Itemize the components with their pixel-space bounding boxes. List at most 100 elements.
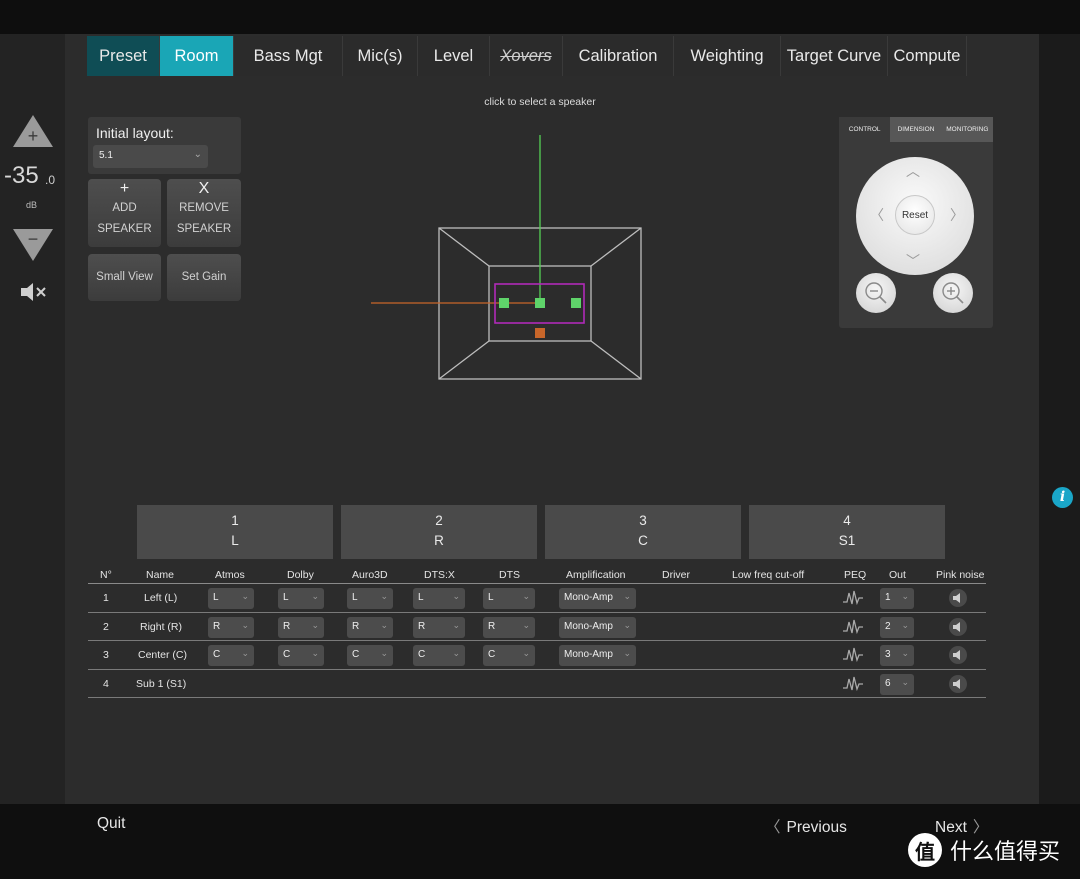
speaker-marker-r[interactable] (571, 298, 581, 308)
volume-strip (0, 34, 65, 804)
tab-dimension[interactable]: DIMENSION (890, 117, 942, 142)
tab-bar: Preset Room Bass Mgt Mic(s) Level Xovers… (87, 36, 967, 76)
tab-level[interactable]: Level (418, 36, 490, 76)
out-select[interactable]: 6 ⌄ (880, 673, 914, 695)
previous-button[interactable]: 〈 Previous (765, 815, 847, 837)
atmos-select[interactable]: C ⌄ (208, 645, 254, 666)
tab-room[interactable]: Room (160, 36, 234, 76)
speaker-tile-4[interactable]: 4 S1 (749, 505, 945, 559)
volume-down-icon[interactable]: − (12, 228, 54, 262)
dtsx-select[interactable]: R ⌄ (413, 616, 465, 638)
chevron-down-icon[interactable]: ﹀ (906, 251, 920, 271)
col-name: Name (146, 569, 175, 581)
speaker-hint: click to select a speaker (484, 96, 596, 108)
col-dtsx: DTS:X (424, 569, 455, 581)
tab-target-curve[interactable]: Target Curve (781, 36, 888, 76)
svg-text:+: + (28, 126, 39, 146)
auro3d-select[interactable]: R ⌄ (347, 616, 393, 638)
dtsx-select[interactable]: L ⌄ (413, 588, 465, 609)
initial-layout-select[interactable]: 5.1 ⌄ (93, 145, 208, 168)
view-dpad[interactable]: ︿ ﹀ 〈 〉 Reset (856, 157, 974, 275)
chevron-up-icon[interactable]: ︿ (906, 161, 920, 181)
table-row: 1 Left (L) L ⌄ L ⌄ L ⌄ L ⌄ L ⌄ Mono-Amp ⌄ 1 ⌄ (88, 584, 986, 613)
chevron-left-icon: 〈 (765, 819, 781, 836)
out-select[interactable]: 2 ⌄ (880, 616, 914, 638)
out-select[interactable]: 3 ⌄ (880, 645, 914, 666)
tab-calibration[interactable]: Calibration (563, 36, 674, 76)
col-out: Out (889, 569, 906, 581)
auro3d-select[interactable]: C ⌄ (347, 645, 393, 666)
speaker-icon[interactable] (948, 674, 968, 693)
chevron-right-icon[interactable]: 〉 (950, 205, 964, 225)
dts-select[interactable]: C ⌄ (483, 645, 535, 666)
tab-control[interactable]: CONTROL (839, 117, 891, 142)
initial-layout-panel: Initial layout: 5.1 ⌄ (88, 117, 241, 174)
volume-up-icon[interactable]: + (12, 114, 54, 148)
speaker-tile-1[interactable]: 1L (137, 505, 333, 559)
tab-compute[interactable]: Compute (888, 36, 967, 76)
watermark-text: 什么值得买 (950, 840, 1061, 865)
zoom-in-button[interactable] (933, 273, 973, 313)
set-gain-button[interactable]: Set Gain (167, 254, 241, 301)
dolby-select[interactable]: R ⌄ (278, 616, 324, 638)
reset-button[interactable]: Reset (895, 195, 935, 235)
dolby-select[interactable]: C ⌄ (278, 645, 324, 666)
col-number: N° (100, 569, 112, 581)
tab-preset[interactable]: Preset (87, 36, 160, 76)
dtsx-select[interactable]: C ⌄ (413, 645, 465, 666)
chevron-left-icon[interactable]: 〈 (870, 205, 884, 225)
col-driver: Driver (662, 569, 690, 581)
add-speaker-button[interactable]: + ADD SPEAKER (88, 179, 161, 247)
watermark: 值 什么值得买 (908, 833, 1060, 867)
chevron-down-icon: ⌄ (193, 149, 202, 160)
tab-weighting[interactable]: Weighting (674, 36, 781, 76)
waveform-icon[interactable] (843, 589, 863, 606)
table-row: 3 Center (C) C ⌄ C ⌄ C ⌄ C ⌄ C ⌄ Mono-Amp ⌄ 3 ⌄ (88, 641, 986, 670)
waveform-icon[interactable] (843, 646, 863, 663)
remove-speaker-button[interactable]: X REMOVE SPEAKER (167, 179, 241, 247)
auro3d-select[interactable]: L ⌄ (347, 588, 393, 609)
watermark-logo: 值 (908, 833, 942, 867)
zoom-out-icon (865, 282, 887, 304)
small-view-button[interactable]: Small View (88, 254, 161, 301)
info-icon[interactable]: i (1052, 487, 1073, 508)
col-dolby: Dolby (287, 569, 314, 581)
tab-mics[interactable]: Mic(s) (343, 36, 418, 76)
out-select[interactable]: 1 ⌄ (880, 588, 914, 609)
tab-bass-mgt[interactable]: Bass Mgt (234, 36, 343, 76)
atmos-select[interactable]: R ⌄ (208, 616, 254, 638)
speaker-marker-c[interactable] (535, 298, 545, 308)
volume-value: -35 (4, 162, 39, 189)
amplification-select[interactable]: Mono-Amp ⌄ (559, 588, 636, 609)
mute-icon[interactable] (19, 280, 49, 304)
atmos-select[interactable]: L ⌄ (208, 588, 254, 609)
zoom-out-button[interactable] (856, 273, 896, 313)
waveform-icon[interactable] (843, 618, 863, 635)
amplification-select[interactable]: Mono-Amp ⌄ (559, 616, 636, 638)
speaker-marker-l[interactable] (499, 298, 509, 308)
dolby-select[interactable]: L ⌄ (278, 588, 324, 609)
speaker-icon[interactable] (948, 617, 968, 636)
room-3d-view[interactable] (365, 130, 655, 390)
volume-decimal: .0 (45, 173, 56, 187)
table-row: 4 Sub 1 (S1) 6 ⌄ (88, 670, 986, 698)
quit-button[interactable]: Quit (97, 815, 125, 833)
speaker-tile-3[interactable]: 3C (545, 505, 741, 559)
tab-monitoring[interactable]: MONITORING (941, 117, 993, 142)
col-peq: PEQ (844, 569, 867, 581)
subwoofer-marker[interactable] (535, 328, 545, 338)
tab-xovers[interactable]: Xovers (490, 36, 563, 76)
col-atmos: Atmos (215, 569, 245, 581)
waveform-icon[interactable] (843, 675, 863, 692)
right-strip (1039, 34, 1080, 804)
dts-select[interactable]: L ⌄ (483, 588, 535, 609)
speaker-icon[interactable] (948, 589, 968, 607)
volume-unit: dB (26, 200, 38, 210)
table-row: 2 Right (R) R ⌄ R ⌄ R ⌄ R ⌄ R ⌄ Mono-Amp ⌄ 2 ⌄ (88, 613, 986, 641)
speaker-icon[interactable] (948, 646, 968, 664)
dts-select[interactable]: R ⌄ (483, 616, 535, 638)
amplification-select[interactable]: Mono-Amp ⌄ (559, 645, 636, 666)
top-bar (0, 0, 1080, 34)
speaker-tile-2[interactable]: 2R (341, 505, 537, 559)
col-dts: DTS (499, 569, 520, 581)
